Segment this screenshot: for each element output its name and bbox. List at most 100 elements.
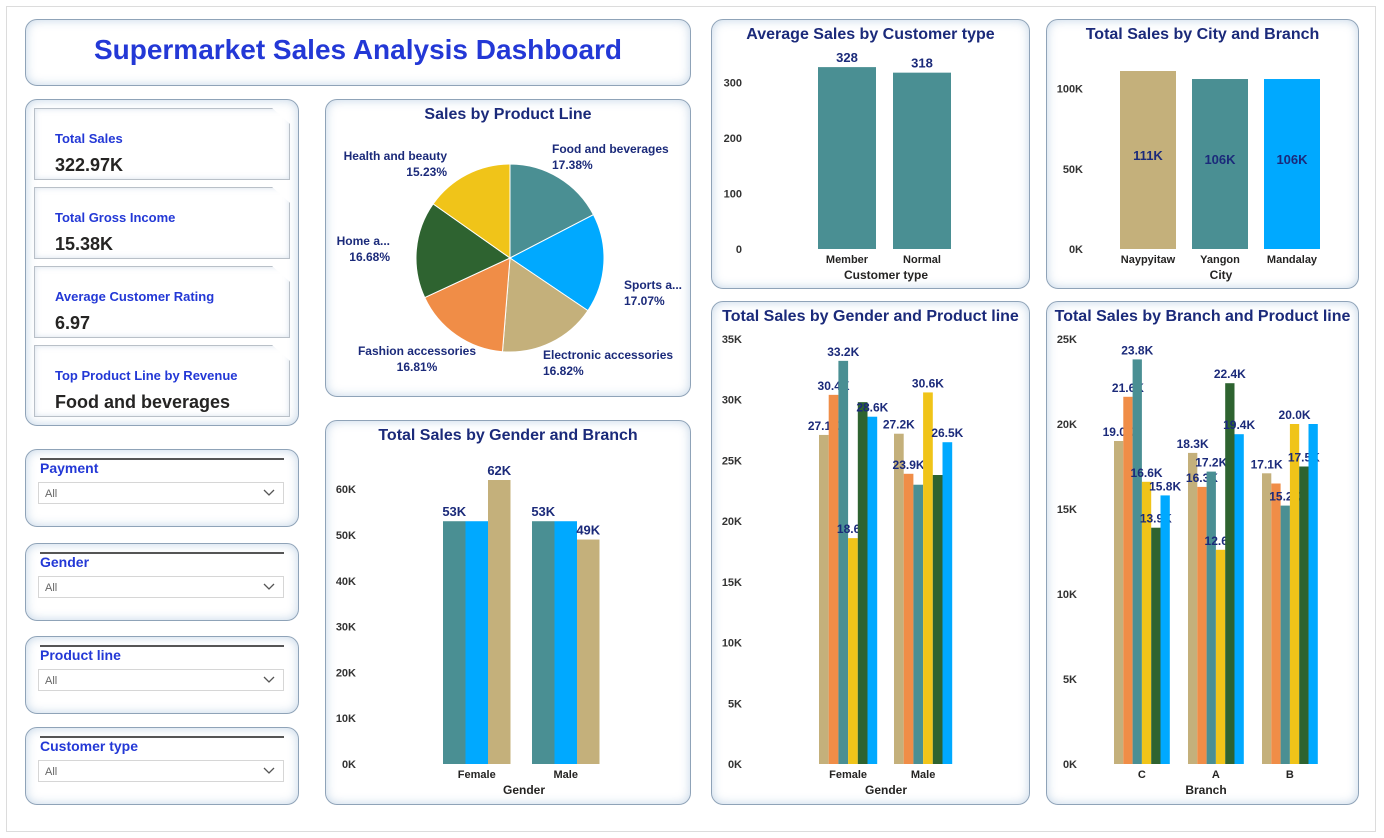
data-label: 20.0K [1279,408,1311,422]
bar [923,392,933,764]
gender-dropdown[interactable]: All [38,576,284,598]
title-card: Supermarket Sales Analysis Dashboard [25,19,691,86]
bar [554,521,577,764]
data-label: 23.9K [893,458,925,472]
data-label: 33.2K [827,345,859,359]
kpi-value: 322.97K [55,155,124,175]
bar [893,72,951,249]
city-branch-card: Total Sales by City and Branch 0K 50K 100K… [1046,19,1359,289]
x-tick-label: Female [829,769,867,781]
pie-slice-percent: 16.68% [349,250,390,264]
branch-product-chart[interactable]: 0K5K10K15K20K25K19.0K21.6K23.8K16.6K13.9… [1047,302,1360,806]
bar [828,394,839,764]
kpi-label: Average Customer Rating [55,289,215,304]
data-label: 19.4K [1223,418,1255,432]
y-tick-label: 10K [1057,589,1077,601]
kpi-card-top-product[interactable]: Top Product Line by Revenue Food and bev… [34,345,290,417]
x-axis-title: City [1210,268,1233,282]
product-line-dropdown[interactable]: All [38,669,284,691]
x-axis-title: Branch [1185,783,1226,797]
bar [857,402,868,764]
data-label: 53K [442,504,466,519]
kpi-label: Total Sales [55,131,123,146]
data-label: 106K [1204,152,1236,167]
bar [1151,527,1161,764]
x-tick-label: Naypyitaw [1121,254,1176,266]
x-tick-label: Yangon [1200,254,1240,266]
slicer-product-line: Product line All [25,636,299,714]
y-tick-label: 10K [722,638,742,650]
y-tick-label: 0K [1069,244,1083,256]
pie-slice-label: Health and beauty [344,149,448,163]
data-label: 28.6K [856,401,888,415]
bar [932,475,943,764]
pie-chart[interactable]: Food and beverages 17.38% Sports a... 17.07… [326,100,692,398]
customer-type-dropdown[interactable]: All [38,760,284,782]
dropdown-value: All [45,766,58,778]
bar [1132,359,1142,764]
avg-sales-customer-chart[interactable]: 0 100 200 300 328 Member 318 Normal Customer typ… [712,20,1031,290]
bar [1262,473,1272,764]
y-tick-label: 100 [724,189,742,201]
chevron-down-icon[interactable] [261,578,277,594]
bar [838,360,849,764]
chevron-down-icon[interactable] [261,484,277,500]
x-tick-label: Male [911,769,935,781]
bar [1289,424,1300,764]
bar [1123,396,1133,764]
payment-dropdown[interactable]: All [38,482,284,504]
bar [1234,434,1244,764]
dropdown-value: All [45,582,58,594]
bar [577,539,600,764]
bar [532,521,555,764]
city-branch-chart[interactable]: 0K 50K 100K 111K Naypyitaw 106K Yangon 106K Mand… [1047,20,1360,290]
dropdown-value: All [45,675,58,687]
bar [1271,483,1281,764]
chevron-down-icon[interactable] [261,762,277,778]
x-tick-label: Male [554,769,578,781]
x-tick-label: A [1212,769,1220,781]
bar [942,442,953,764]
slicer-gender: Gender All [25,543,299,621]
bar [1160,495,1170,764]
pie-slice-label: Sports a... [624,278,682,292]
gender-product-chart[interactable]: 0K5K10K15K20K25K30K35K27.1K30.4K33.2K18.… [712,302,1031,806]
data-label: 49K [576,523,600,538]
bar [488,480,511,764]
kpi-card-avg-rating[interactable]: Average Customer Rating 6.97 [34,266,290,338]
pie-slice-percent: 16.82% [543,364,584,378]
kpi-card-total-sales[interactable]: Total Sales 322.97K [34,108,290,180]
x-tick-label: C [1138,769,1146,781]
chevron-down-icon[interactable] [261,671,277,687]
gender-branch-card: Total Sales by Gender and Branch 0K 10K 20… [325,420,691,805]
x-axis-title: Customer type [844,268,928,282]
bar [1308,424,1318,764]
data-label: 18.3K [1177,437,1209,451]
data-label: 318 [911,56,933,71]
x-tick-label: Member [826,254,869,266]
gender-branch-chart[interactable]: 0K 10K 20K 30K 40K 50K 60K 53K 62K Female 53K 49K Ma… [326,421,692,806]
slicer-payment: Payment All [25,449,299,527]
bar [1280,505,1290,764]
bar [894,433,904,764]
avg-sales-customer-card: Average Sales by Customer type 0 100 200 30… [711,19,1030,289]
y-tick-label: 300 [724,78,742,90]
data-label: 53K [531,504,555,519]
x-axis-title: Gender [503,783,545,797]
bar [1215,549,1226,764]
pie-chart-card: Sales by Product Line Food and beverages… [325,99,691,397]
data-label: 26.5K [931,426,963,440]
y-tick-label: 0 [736,244,742,256]
kpi-card-gross-income[interactable]: Total Gross Income 15.38K [34,187,290,259]
pie-slice-percent: 15.23% [406,165,447,179]
y-tick-label: 20K [1057,419,1077,431]
data-label: 30.6K [912,376,944,390]
branch-product-card: Total Sales by Branch and Product line 0… [1046,301,1359,805]
pie-slice-percent: 16.81% [397,360,438,374]
pie-slice-percent: 17.38% [552,158,593,172]
pie-slice-label: Food and beverages [552,142,669,156]
data-label: 23.8K [1121,343,1153,357]
slicer-title: Gender [40,554,90,570]
x-tick-label: Mandalay [1267,254,1318,266]
data-label: 62K [487,463,511,478]
